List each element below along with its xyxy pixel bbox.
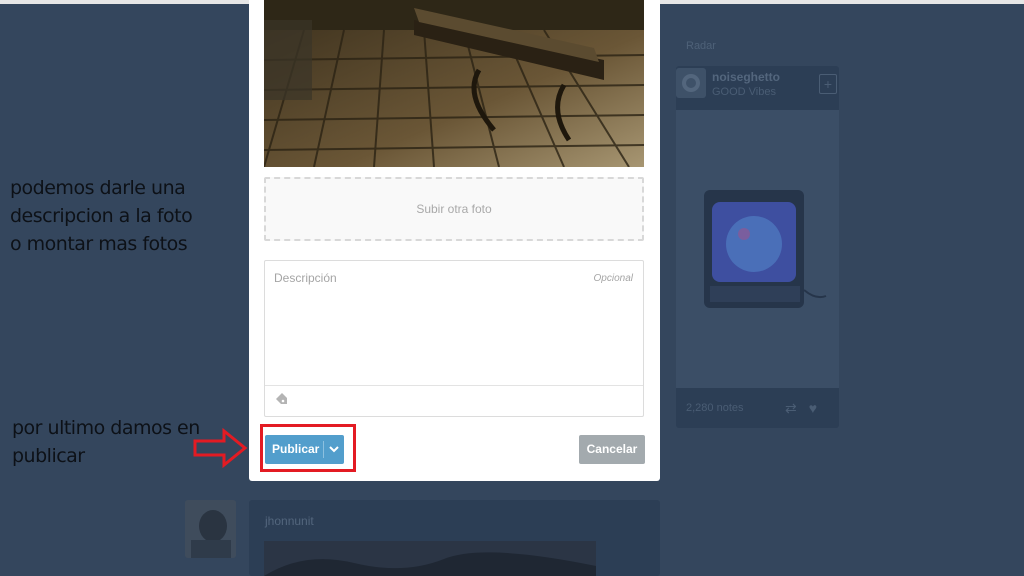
dashboard-post[interactable]: jhonnunit [249, 500, 660, 576]
publish-separator [323, 441, 324, 458]
tag-icon[interactable] [274, 392, 288, 406]
follow-plus-icon[interactable]: + [819, 74, 837, 94]
annotation-line: publicar [12, 445, 85, 467]
divider [265, 385, 643, 386]
recommended-post-footer: 2,280 notes ⇄♥ [676, 388, 839, 428]
cancel-button[interactable]: Cancelar [579, 435, 645, 464]
recommended-post-image[interactable] [676, 110, 839, 388]
uploaded-photo[interactable] [264, 0, 644, 167]
recommended-subtitle: GOOD Vibes [712, 86, 776, 98]
avatar[interactable] [185, 500, 236, 558]
publish-label: Publicar [272, 442, 320, 456]
recommended-post-card[interactable]: noiseghetto GOOD Vibes + 2,280 notes ⇄♥ [676, 66, 839, 428]
annotation-description: podemos darle una descripcion a la foto … [10, 174, 240, 258]
red-arrow-icon [193, 428, 248, 468]
heart-icon[interactable]: ♥ [809, 400, 829, 416]
avatar[interactable] [676, 68, 706, 98]
description-field[interactable]: Descripción Opcional [264, 260, 644, 417]
post-actions: ⇄♥ [785, 400, 829, 417]
recommended-username[interactable]: noiseghetto [712, 70, 780, 84]
upload-another-photo[interactable]: Subir otra foto [264, 177, 644, 241]
post-image[interactable] [264, 541, 596, 576]
radar-label: Radar [686, 40, 716, 52]
chevron-down-icon[interactable] [328, 442, 340, 456]
annotation-line: descripcion a la foto [10, 205, 193, 227]
annotation-publish: por ultimo damos en publicar [12, 414, 202, 470]
post-username[interactable]: jhonnunit [265, 514, 314, 528]
optional-label: Opcional [593, 273, 633, 284]
publish-button[interactable]: Publicar [265, 435, 344, 464]
notes-count[interactable]: 2,280 notes [686, 402, 744, 414]
annotation-line: podemos darle una [10, 177, 186, 199]
annotation-line: por ultimo damos en [12, 417, 200, 439]
recommended-post-header: noiseghetto GOOD Vibes + [676, 66, 839, 110]
reblog-icon[interactable]: ⇄ [785, 400, 809, 416]
description-placeholder: Descripción [274, 271, 337, 285]
photo-post-form: Subir otra foto Descripción Opcional [249, 0, 660, 481]
annotation-line: o montar mas fotos [10, 233, 188, 255]
